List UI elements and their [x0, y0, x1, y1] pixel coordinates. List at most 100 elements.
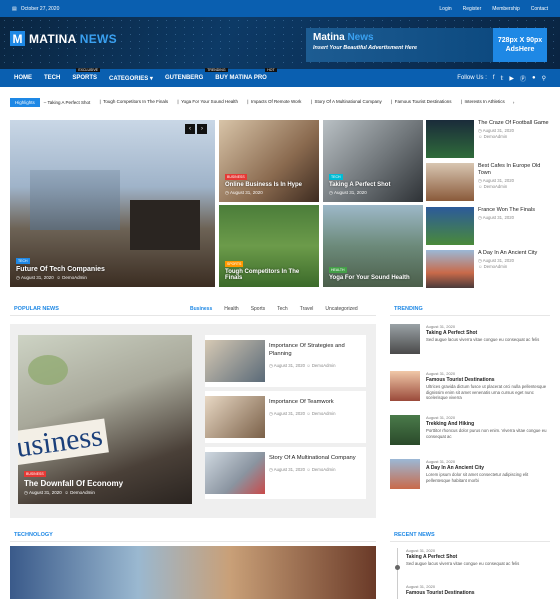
- side-post[interactable]: The Craze Of Football Game ◷ August 31, 2…: [426, 120, 550, 158]
- post-title[interactable]: Taking A Perfect Shot: [329, 182, 417, 188]
- recent-item[interactable]: August 31, 2020 Taking A Perfect Shot Se…: [406, 548, 550, 567]
- post-title[interactable]: Trekking And Hiking: [426, 421, 550, 427]
- tab-sports[interactable]: Sports: [251, 306, 265, 312]
- post-title[interactable]: Famous Tourist Destinations: [406, 590, 550, 596]
- post-thumbnail[interactable]: [426, 250, 474, 288]
- post-title[interactable]: Famous Tourist Destinations: [426, 377, 550, 383]
- hero-grid-card[interactable]: SPORTS Tough Competitors In The Finals: [219, 205, 319, 287]
- trending-item[interactable]: August 31, 2020 A Day In An Ancient City L…: [390, 459, 550, 491]
- ticker-item[interactable]: ❘ Interests In Athletics: [460, 99, 505, 105]
- date-display: ▤ October 27, 2020: [12, 6, 59, 12]
- hero-main-card[interactable]: ‹ › TECH Future Of Tech Companies ◷ Augu…: [10, 120, 215, 287]
- login-link[interactable]: Login: [439, 6, 451, 12]
- category-tag[interactable]: HEALTH: [329, 267, 347, 273]
- list-post[interactable]: Importance Of Teamwork ◷ August 31, 2020 …: [205, 391, 366, 443]
- post-title[interactable]: Future Of Tech Companies: [16, 266, 209, 273]
- contact-link[interactable]: Contact: [531, 6, 548, 12]
- recent-item[interactable]: August 31, 2020 Famous Tourist Destinati…: [406, 584, 550, 597]
- nav-buy-matina-pro[interactable]: TRENDING HOT BUY MATINA PRO: [205, 68, 277, 81]
- post-thumbnail[interactable]: [390, 324, 420, 354]
- post-title[interactable]: Story Of A Multinational Company: [269, 455, 356, 463]
- facebook-icon[interactable]: f: [493, 75, 495, 81]
- category-tag[interactable]: SPORTS: [225, 261, 244, 267]
- post-date: August 31, 2020: [333, 190, 367, 195]
- featured-post-card[interactable]: usiness BUSINESS The Downfall Of Economy…: [18, 335, 192, 504]
- post-thumbnail[interactable]: [390, 459, 420, 489]
- nav-sports[interactable]: EXCLUSIVE SPORTS: [72, 68, 100, 81]
- post-title[interactable]: Tough Competitors In The Finals: [225, 269, 313, 281]
- popular-panel: usiness BUSINESS The Downfall Of Economy…: [10, 324, 376, 518]
- ticker-item[interactable]: ❘ Famous Tourist Destinations: [390, 99, 452, 105]
- hero-grid-card[interactable]: BUSINESS Online Business Is In Hype ◷ Au…: [219, 120, 319, 202]
- side-post[interactable]: A Day In An Ancient City ◷ August 31, 202…: [426, 250, 550, 288]
- post-thumbnail[interactable]: [426, 207, 474, 245]
- register-link[interactable]: Register: [463, 6, 482, 12]
- vk-icon[interactable]: ●: [532, 75, 536, 81]
- membership-link[interactable]: Membership: [492, 6, 520, 12]
- trending-heading: TRENDING: [390, 302, 550, 316]
- post-title[interactable]: Yoga For Your Sound Health: [329, 275, 417, 281]
- side-post[interactable]: Best Cafes In Europe Old Town ◷ August 31…: [426, 163, 550, 201]
- hero-grid-card[interactable]: HEALTH Yoga For Your Sound Health: [323, 205, 423, 287]
- clock-icon: ◷: [16, 275, 20, 280]
- tab-travel[interactable]: Travel: [300, 306, 314, 312]
- nav-gutenberg[interactable]: GUTENBERG: [165, 75, 203, 81]
- logo-main: MATINA: [29, 31, 77, 46]
- list-post[interactable]: Importance Of Strategies and Planning ◷ A…: [205, 335, 366, 387]
- trending-item[interactable]: August 31, 2020 Famous Tourist Destinatio…: [390, 371, 550, 403]
- tab-health[interactable]: Health: [224, 306, 238, 312]
- category-tag[interactable]: BUSINESS: [24, 471, 46, 477]
- ticker-item[interactable]: ❘ Yoga For Your Sound Health: [176, 99, 238, 105]
- post-title[interactable]: Importance Of Strategies and Planning: [269, 343, 362, 359]
- post-thumbnail[interactable]: [426, 163, 474, 201]
- pinterest-icon[interactable]: Ⓟ: [520, 74, 526, 83]
- post-title[interactable]: Online Business Is In Hype: [225, 182, 313, 188]
- post-author: DemoAdmin: [62, 275, 87, 280]
- twitter-icon[interactable]: 𝕥: [501, 75, 504, 82]
- post-thumbnail[interactable]: [205, 452, 265, 494]
- post-title[interactable]: The Craze Of Football Game: [478, 120, 549, 127]
- ticker-item[interactable]: ❘ Tough Competitors In The Finals: [98, 99, 168, 105]
- post-thumbnail[interactable]: [390, 371, 420, 401]
- technology-feature-image[interactable]: [10, 546, 376, 599]
- hero-grid-card[interactable]: TECH Taking A Perfect Shot ◷ August 31, …: [323, 120, 423, 202]
- recent-news-heading: RECENT NEWS: [390, 528, 550, 542]
- post-title[interactable]: Taking A Perfect Shot: [426, 330, 539, 336]
- post-title[interactable]: France Won The Finals: [478, 207, 535, 214]
- category-tag[interactable]: BUSINESS: [225, 174, 247, 180]
- nav-tech[interactable]: TECH: [44, 75, 60, 81]
- post-title[interactable]: A Day In An Ancient City: [478, 250, 537, 257]
- tab-uncategorized[interactable]: Uncategorized: [325, 306, 357, 312]
- tab-tech[interactable]: Tech: [277, 306, 288, 312]
- next-arrow-icon[interactable]: ›: [197, 124, 207, 134]
- site-logo[interactable]: M MATINA NEWS: [10, 31, 117, 46]
- ticker-item[interactable]: ❘ Story Of A Multinational Company: [309, 99, 381, 105]
- category-tag[interactable]: TECH: [16, 258, 30, 264]
- trending-item[interactable]: August 31, 2020 Trekking And Hiking Portti…: [390, 415, 550, 447]
- ticker-item[interactable]: ❘ Impacts Of Remote Work: [246, 99, 301, 105]
- post-thumbnail[interactable]: [390, 415, 420, 445]
- post-thumbnail[interactable]: [205, 340, 265, 382]
- search-icon[interactable]: ⚲: [542, 75, 546, 82]
- list-post[interactable]: Story Of A Multinational Company ◷ August…: [205, 447, 366, 499]
- ticker-item[interactable]: – Taking A Perfect Shot: [44, 100, 90, 105]
- post-title[interactable]: Taking A Perfect Shot: [406, 554, 550, 560]
- post-thumbnail[interactable]: [426, 120, 474, 158]
- post-title[interactable]: Best Cafes In Europe Old Town: [478, 163, 550, 177]
- technology-heading: TECHNOLOGY: [10, 528, 376, 542]
- post-title[interactable]: The Downfall Of Economy: [24, 479, 186, 488]
- nav-categories[interactable]: CATEGORIES ▾: [109, 75, 153, 82]
- category-tag[interactable]: TECH: [329, 174, 343, 180]
- trending-item[interactable]: August 31, 2020 Taking A Perfect Shot Sed …: [390, 324, 550, 356]
- post-title[interactable]: A Day In An Ancient City: [426, 465, 550, 471]
- post-title[interactable]: Importance Of Teamwork: [269, 399, 335, 407]
- youtube-icon[interactable]: ▶: [509, 75, 514, 82]
- side-post[interactable]: France Won The Finals ◷ August 31, 2020: [426, 207, 550, 245]
- header-ad-banner[interactable]: Matina News Insert Your Beautiful Advert…: [306, 28, 547, 62]
- nav-home[interactable]: HOME: [14, 75, 32, 81]
- prev-arrow-icon[interactable]: ‹: [185, 124, 195, 134]
- exclusive-badge: EXCLUSIVE: [76, 68, 100, 72]
- ticker-next-icon[interactable]: ›: [513, 100, 515, 105]
- tab-business[interactable]: Business: [190, 306, 212, 312]
- post-thumbnail[interactable]: [205, 396, 265, 438]
